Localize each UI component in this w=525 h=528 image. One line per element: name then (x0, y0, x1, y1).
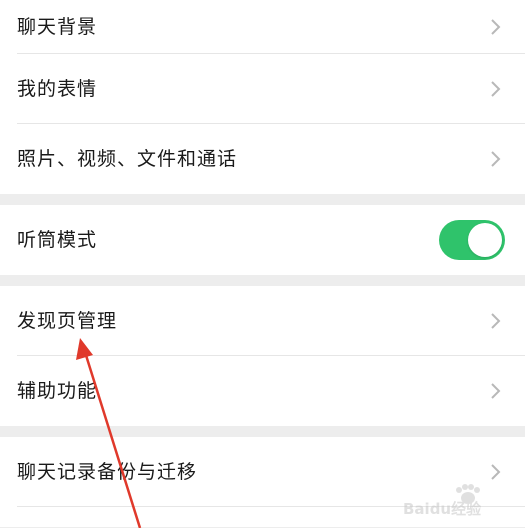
settings-group-earpiece: 听筒模式 (0, 205, 525, 275)
settings-group-chat: 聊天背景 我的表情 照片、视频、文件和通话 (0, 0, 525, 194)
settings-row-chat-background[interactable]: 聊天背景 (0, 0, 525, 54)
chevron-right-icon (487, 17, 503, 37)
chat-settings-screen: 聊天背景 我的表情 照片、视频、文件和通话 听筒模式 发现页管理 辅助功能 聊天… (0, 0, 525, 528)
settings-row-label: 聊天记录备份与迁移 (17, 461, 198, 483)
settings-row-label: 聊天背景 (17, 16, 98, 38)
toggle-knob (468, 223, 502, 257)
settings-row-chat-backup-migration[interactable]: 聊天记录备份与迁移 (0, 437, 525, 507)
settings-group-discover: 发现页管理 辅助功能 (0, 286, 525, 426)
settings-row-accessibility[interactable]: 辅助功能 (0, 356, 525, 426)
settings-row-label: 辅助功能 (17, 380, 98, 402)
earpiece-mode-toggle[interactable] (439, 220, 505, 260)
settings-row-label: 照片、视频、文件和通话 (17, 148, 238, 170)
chevron-right-icon (487, 149, 503, 169)
settings-row-label: 听筒模式 (17, 229, 98, 251)
settings-row-partial (0, 507, 525, 527)
chevron-right-icon (487, 311, 503, 331)
settings-row-label: 我的表情 (17, 78, 98, 100)
chevron-right-icon (487, 462, 503, 482)
chevron-right-icon (487, 79, 503, 99)
settings-row-earpiece-mode: 听筒模式 (0, 205, 525, 275)
group-separator (0, 426, 525, 437)
settings-row-label: 发现页管理 (17, 310, 118, 332)
settings-row-photos-videos-files-calls[interactable]: 照片、视频、文件和通话 (0, 124, 525, 194)
group-separator (0, 275, 525, 286)
group-separator (0, 194, 525, 205)
settings-group-backup: 聊天记录备份与迁移 (0, 437, 525, 527)
settings-row-discover-management[interactable]: 发现页管理 (0, 286, 525, 356)
settings-row-my-stickers[interactable]: 我的表情 (0, 54, 525, 124)
chevron-right-icon (487, 381, 503, 401)
